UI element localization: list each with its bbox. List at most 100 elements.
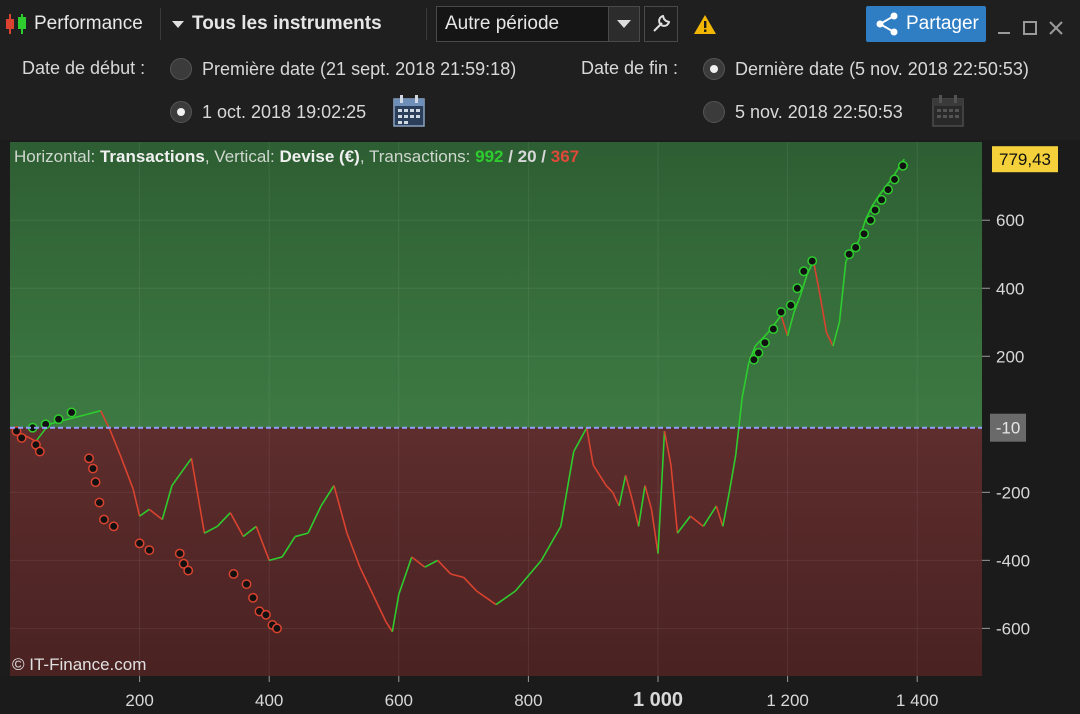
y-tick-label: -400 <box>996 551 1030 570</box>
start-option-first-label: Première date (21 sept. 2018 21:59:18) <box>202 58 517 79</box>
end-date-label: Date de fin : <box>581 58 679 78</box>
start-date-label: Date de début : <box>22 58 146 78</box>
end-option-last[interactable]: Dernière date (5 nov. 2018 22:50:53) <box>703 58 1029 80</box>
trade-marker <box>84 453 95 464</box>
close-button[interactable] <box>1048 10 1064 46</box>
trade-marker <box>53 414 64 425</box>
info-sep2: / <box>537 147 551 166</box>
info-transactions-loss: 367 <box>551 147 579 166</box>
x-tick-label: 1 200 <box>766 691 809 710</box>
toolbar: Performance Tous les instruments Autre p… <box>0 0 1080 49</box>
maximize-icon <box>1023 21 1037 35</box>
x-tick-label: 1 000 <box>633 689 683 711</box>
x-tick-label: 800 <box>514 691 542 710</box>
trade-marker <box>87 463 98 474</box>
trade-marker <box>897 160 908 171</box>
instruments-label: Tous les instruments <box>192 13 382 34</box>
minimize-button[interactable] <box>996 10 1012 46</box>
candlestick-icon <box>4 11 30 37</box>
trade-marker <box>807 256 818 266</box>
trade-marker <box>183 565 194 576</box>
maximize-button[interactable] <box>1022 10 1038 46</box>
positive-zone <box>10 142 982 428</box>
start-option-custom[interactable]: 1 oct. 2018 19:02:25 <box>170 101 366 123</box>
zero-line-label: -10 <box>996 419 1021 438</box>
share-label: Partager <box>906 13 979 34</box>
trade-marker <box>792 283 803 294</box>
start-option-custom-label: 1 oct. 2018 19:02:25 <box>202 101 367 122</box>
end-custom-radio[interactable] <box>703 101 725 123</box>
trade-marker <box>272 623 282 634</box>
date-parameters: Date de début : Première date (21 sept. … <box>0 48 1080 140</box>
last-value-label: 779,43 <box>999 150 1051 169</box>
info-transactions-neutral: 20 <box>518 147 537 166</box>
instruments-dropdown[interactable]: Tous les instruments <box>172 6 382 42</box>
period-value: Autre période <box>445 13 560 34</box>
share-button[interactable]: Partager <box>866 6 986 42</box>
info-sep1: / <box>503 147 517 166</box>
trade-marker <box>859 228 870 239</box>
caret-down-icon <box>172 20 184 28</box>
x-tick-label: 1 400 <box>896 691 939 710</box>
info-vertical-label: , Vertical: <box>205 147 280 166</box>
calendar-icon[interactable] <box>392 94 426 128</box>
trade-marker <box>241 579 252 590</box>
info-vertical-value: Devise (€) <box>280 147 360 166</box>
info-horizontal-label: Horizontal: <box>14 147 100 166</box>
y-tick-label: 200 <box>996 347 1024 366</box>
x-axis: 200 400 600 800 1 000 1 200 1 400 <box>0 676 1080 714</box>
trade-marker <box>99 514 109 525</box>
trade-marker <box>768 324 779 335</box>
end-option-custom[interactable]: 5 nov. 2018 22:50:53 <box>703 101 903 123</box>
warning-indicator[interactable] <box>692 6 718 42</box>
trade-marker <box>865 215 876 226</box>
trade-marker <box>34 446 45 457</box>
trade-marker <box>889 174 900 185</box>
toolbar-divider <box>426 8 427 40</box>
settings-button[interactable] <box>644 6 678 42</box>
trade-marker <box>134 538 145 549</box>
trade-marker <box>753 347 764 358</box>
trade-marker <box>850 242 861 253</box>
negative-zone <box>10 427 982 676</box>
trade-marker <box>90 477 101 488</box>
copyright: © IT-Finance.com <box>12 655 147 674</box>
end-last-radio[interactable] <box>703 58 725 80</box>
trade-marker <box>261 609 271 620</box>
wrench-icon <box>653 14 671 32</box>
toolbar-divider <box>160 8 161 40</box>
warning-icon <box>694 15 716 34</box>
x-tick-label: 600 <box>385 691 413 710</box>
y-tick-label: -200 <box>996 483 1030 502</box>
trade-marker <box>248 592 258 603</box>
start-option-first[interactable]: Première date (21 sept. 2018 21:59:18) <box>170 58 516 80</box>
info-transactions-win: 992 <box>475 147 503 166</box>
share-icon <box>876 12 898 36</box>
end-option-custom-label: 5 nov. 2018 22:50:53 <box>735 101 903 122</box>
trade-marker <box>785 300 796 311</box>
performance-chart[interactable]: -600 -400 -200 200 400 600 200 400 600 800 1 000 1… <box>0 140 1080 714</box>
trade-marker <box>174 548 185 559</box>
y-tick-label: 600 <box>996 211 1024 230</box>
info-horizontal-value: Transactions <box>100 147 205 166</box>
x-tick-label: 400 <box>255 691 283 710</box>
trade-marker <box>776 307 787 318</box>
trade-marker <box>844 249 855 260</box>
trade-marker <box>228 569 239 579</box>
start-custom-radio[interactable] <box>170 101 192 123</box>
y-tick-label: 400 <box>996 279 1024 298</box>
chevron-down-icon[interactable] <box>608 7 639 41</box>
performance-tab[interactable]: Performance <box>4 6 143 42</box>
trade-marker <box>759 337 770 348</box>
x-tick-label: 200 <box>125 691 153 710</box>
performance-label: Performance <box>34 13 143 34</box>
trade-marker <box>883 184 893 195</box>
trade-marker <box>144 545 155 556</box>
minimize-icon <box>998 32 1010 34</box>
info-transactions-label: , Transactions: <box>360 147 475 166</box>
y-tick-label: -600 <box>996 619 1030 638</box>
trade-marker <box>876 194 887 205</box>
start-first-radio[interactable] <box>170 58 192 80</box>
period-select[interactable]: Autre période <box>436 6 640 42</box>
trade-marker <box>94 497 105 508</box>
